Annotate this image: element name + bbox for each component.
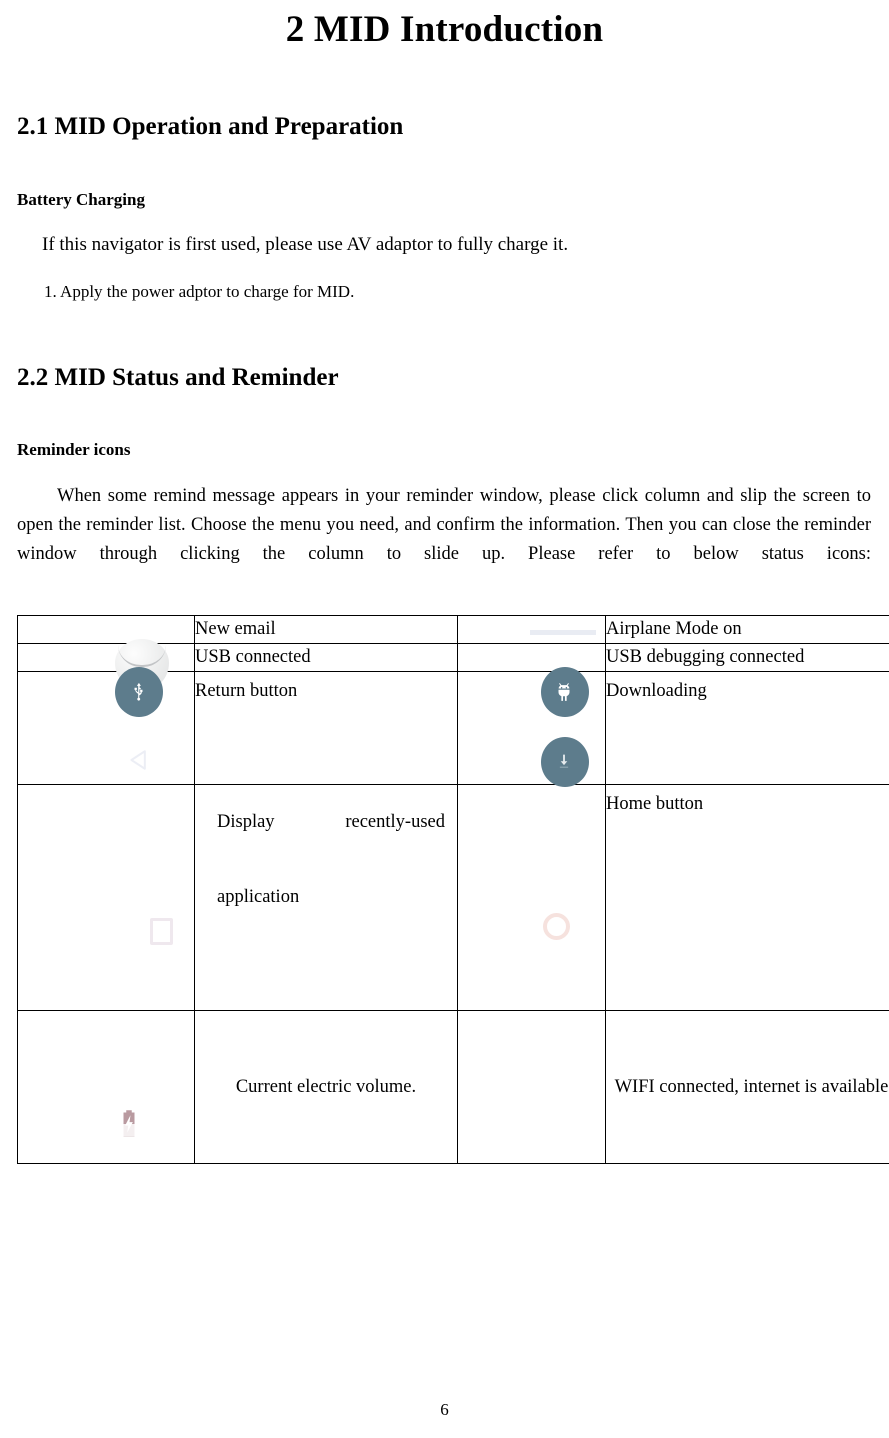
cell-icon-home-button [457,784,606,1011]
battery-charging-step-1: 1. Apply the power adptor to charge for … [44,282,355,301]
cell-icon-return-button [17,671,195,785]
cell-label-downloading: Downloading [605,671,889,785]
cell-icon-usb-debugging [457,643,606,717]
section-heading-2-1: 2.1 MID Operation and Preparation [17,113,404,140]
cell-icon-recent-apps [17,784,195,1011]
table-row: Current electric volume. WIFI connected,… [17,1010,889,1164]
status-icons-table: New email Airplane Mode on USB connected… [17,615,889,1164]
cell-label-return-button: Return button [194,671,458,785]
subheading-reminder-icons: Reminder icons [17,440,131,459]
section-heading-2-2: 2.2 MID Status and Reminder [17,364,339,391]
cell-label-new-email: New email [194,615,458,644]
cell-label-battery: Current electric volume. [194,1010,458,1164]
cell-label-usb-debugging: USB debugging connected [605,643,889,672]
cell-icon-wifi [457,1010,606,1164]
cell-label-home-button: Home button [605,784,889,1011]
cell-label-usb-connected: USB connected [194,643,458,672]
table-row: New email Airplane Mode on [17,615,889,691]
reminder-icons-paragraph: When some remind message appears in your… [17,486,871,564]
table-row: Display recently-used application Home b… [17,784,889,1011]
cell-icon-new-email [17,615,195,691]
cell-label-recent-apps: Display recently-used application [194,784,458,1011]
cell-label-wifi: WIFI connected, internet is available [605,1010,889,1164]
cell-icon-battery [17,1010,195,1164]
battery-charging-lead-text: If this navigator is first used, please … [42,234,569,255]
cell-label-airplane-mode: Airplane Mode on [605,615,889,644]
cell-icon-airplane-mode [457,615,606,675]
page-title: 2 MID Introduction [285,9,604,50]
document-page: 2 MID Introduction 2.1 MID Operation and… [0,0,889,1438]
page-number: 6 [440,1400,449,1419]
subheading-battery-charging: Battery Charging [17,190,145,209]
